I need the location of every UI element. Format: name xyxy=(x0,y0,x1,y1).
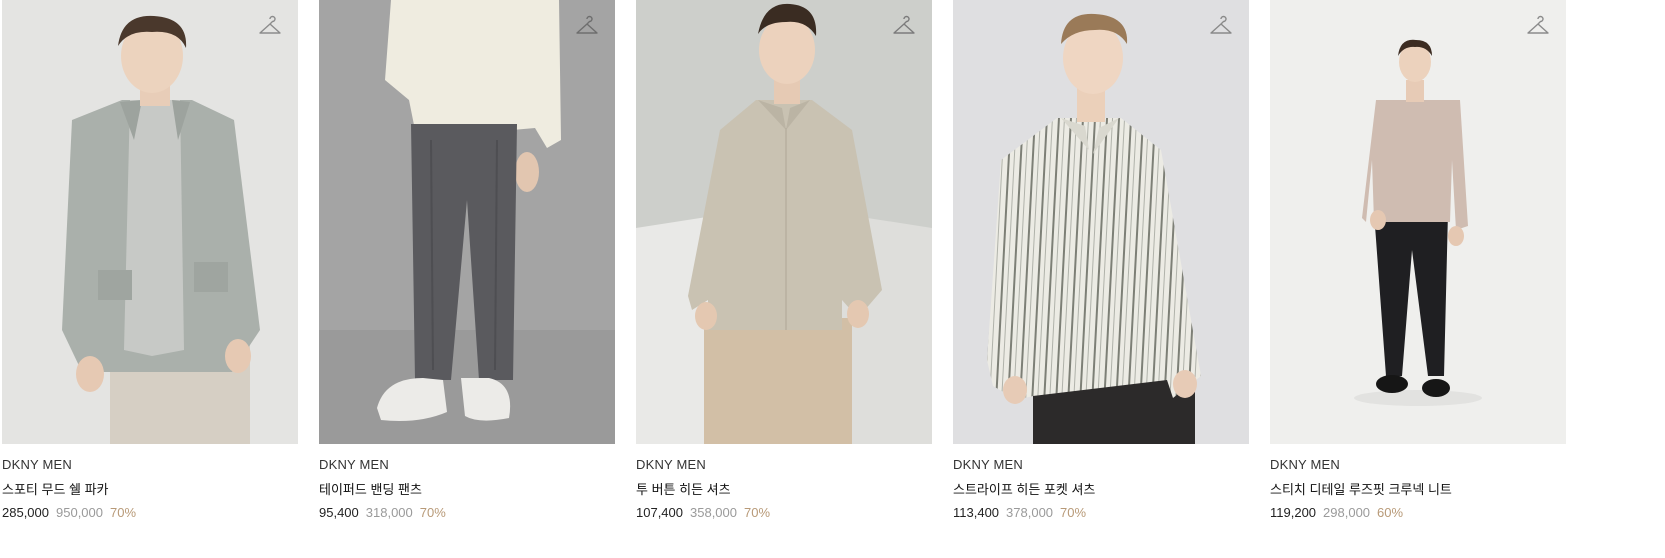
sale-price: 95,400 xyxy=(319,505,359,520)
original-price: 950,000 xyxy=(56,505,103,520)
product-card[interactable]: DKNY MEN 스티치 디테일 루즈핏 크루넥 니트 119,200 298,0… xyxy=(1270,0,1566,520)
product-brand[interactable]: DKNY MEN xyxy=(636,457,932,472)
product-image[interactable] xyxy=(2,0,298,444)
product-card[interactable]: DKNY MEN 투 버튼 히든 셔츠 107,400 358,000 70% xyxy=(636,0,932,520)
sale-price: 285,000 xyxy=(2,505,49,520)
product-name[interactable]: 테이퍼드 밴딩 팬츠 xyxy=(319,479,615,498)
product-name[interactable]: 투 버튼 히든 셔츠 xyxy=(636,479,932,498)
product-name[interactable]: 스티치 디테일 루즈핏 크루넥 니트 xyxy=(1270,479,1566,498)
hanger-icon[interactable] xyxy=(575,15,599,37)
sale-price: 119,200 xyxy=(1270,505,1317,520)
sale-price: 113,400 xyxy=(953,505,1000,520)
product-image[interactable] xyxy=(636,0,932,444)
price-row: 119,200 298,000 60% xyxy=(1270,505,1566,520)
hanger-icon[interactable] xyxy=(258,15,282,37)
original-price: 378,000 xyxy=(1006,505,1054,520)
product-image[interactable] xyxy=(953,0,1249,444)
product-card[interactable]: DKNY MEN 스트라이프 히든 포켓 셔츠 113,400 378,000 70… xyxy=(953,0,1249,520)
product-image[interactable] xyxy=(319,0,615,444)
hanger-icon[interactable] xyxy=(892,15,916,37)
original-price: 318,000 xyxy=(365,505,413,520)
hanger-icon[interactable] xyxy=(1526,15,1550,37)
discount-rate: 70% xyxy=(110,505,137,520)
product-card[interactable]: DKNY MEN 스포티 무드 쉘 파카 285,000 950,000 70% xyxy=(2,0,298,520)
original-price: 358,000 xyxy=(690,505,737,520)
hanger-icon[interactable] xyxy=(1209,15,1233,37)
price-row: 107,400 358,000 70% xyxy=(636,505,932,520)
product-name[interactable]: 스포티 무드 쉘 파카 xyxy=(2,479,298,498)
product-brand[interactable]: DKNY MEN xyxy=(1270,457,1566,472)
product-brand[interactable]: DKNY MEN xyxy=(2,457,298,472)
discount-rate: 60% xyxy=(1377,505,1404,520)
product-card[interactable]: DKNY MEN 테이퍼드 밴딩 팬츠 95,400 318,000 70% xyxy=(319,0,615,520)
discount-rate: 70% xyxy=(419,505,446,520)
price-row: 285,000 950,000 70% xyxy=(2,505,298,520)
product-brand[interactable]: DKNY MEN xyxy=(953,457,1249,472)
discount-rate: 70% xyxy=(1060,505,1087,520)
price-row: 95,400 318,000 70% xyxy=(319,505,615,520)
discount-rate: 70% xyxy=(744,505,771,520)
product-name[interactable]: 스트라이프 히든 포켓 셔츠 xyxy=(953,479,1249,498)
sale-price: 107,400 xyxy=(636,505,683,520)
price-row: 113,400 378,000 70% xyxy=(953,505,1249,520)
product-brand[interactable]: DKNY MEN xyxy=(319,457,615,472)
product-grid: DKNY MEN 스포티 무드 쉘 파카 285,000 950,000 70% xyxy=(0,0,1665,558)
product-image[interactable] xyxy=(1270,0,1566,444)
original-price: 298,000 xyxy=(1323,505,1371,520)
